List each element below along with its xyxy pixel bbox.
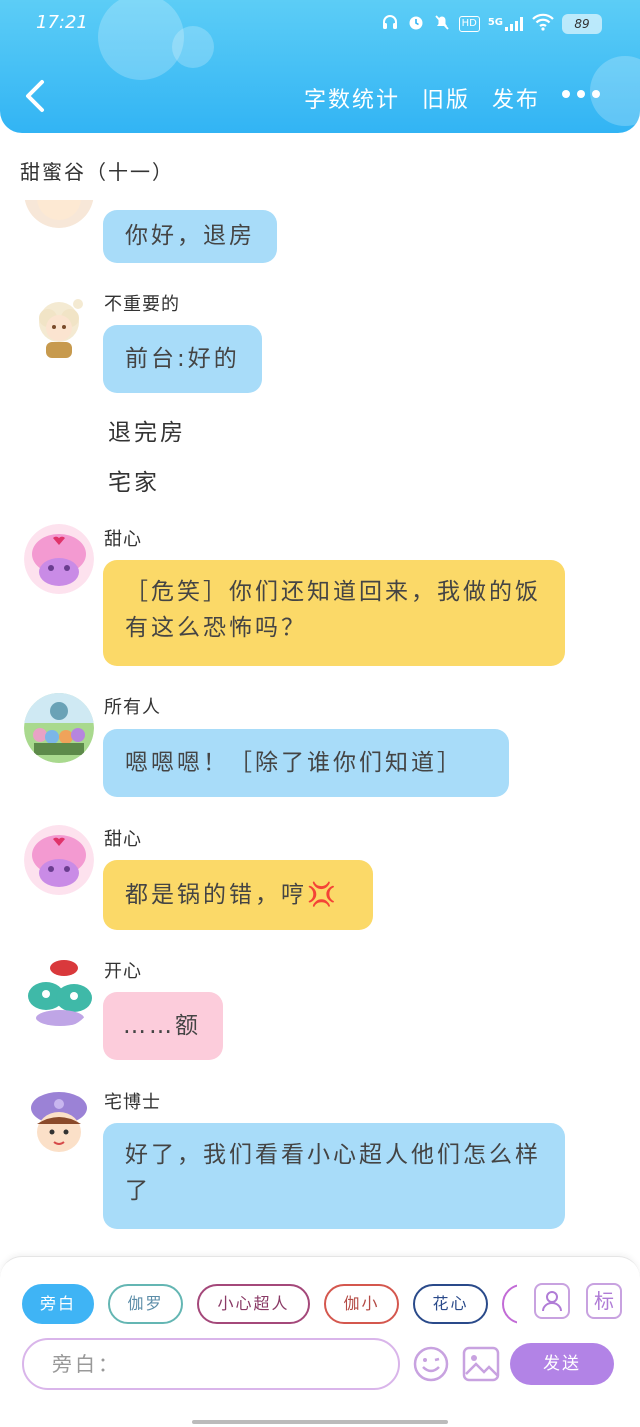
page-title: 甜蜜谷（十一） xyxy=(20,160,174,184)
status-bar: 17:21 HD 5G 89 xyxy=(0,0,640,46)
wifi-icon xyxy=(532,13,554,35)
avatar-bu-zhong-yao-de[interactable] xyxy=(24,292,94,362)
message-bubble[interactable]: 前台:好的 xyxy=(103,325,262,393)
home-indicator xyxy=(192,1420,448,1424)
sender-name: 甜心 xyxy=(104,829,142,850)
status-icons: HD 5G 89 xyxy=(381,13,602,35)
message-list[interactable]: 你好，退房 不重要的 前台:好的 退完房 宅家 甜心 ［危笑］你们还知道回来，我… xyxy=(0,200,640,1250)
message-bubble[interactable]: ［危笑］你们还知道回来，我做的饭有这么恐怖吗？ xyxy=(103,560,565,666)
chip-narration[interactable]: 旁白 xyxy=(22,1284,94,1324)
back-button[interactable] xyxy=(20,76,50,116)
alarm-icon xyxy=(407,13,425,35)
chip-role-partial[interactable] xyxy=(502,1284,517,1324)
narration-text[interactable]: 宅家 xyxy=(108,463,160,497)
chip-role[interactable]: 伽小 xyxy=(324,1284,399,1324)
avatar-zhai-bo-shi[interactable] xyxy=(24,1088,94,1158)
contact-card-icon[interactable] xyxy=(534,1283,570,1319)
avatar-tian-xin[interactable] xyxy=(24,825,94,895)
more-options-button[interactable] xyxy=(562,90,600,98)
sender-name: 不重要的 xyxy=(104,294,180,315)
mute-bell-icon xyxy=(433,13,451,35)
avatar-tian-xin[interactable] xyxy=(24,524,94,594)
image-icon[interactable] xyxy=(462,1346,500,1382)
word-count-button[interactable]: 字数统计 xyxy=(304,82,400,114)
role-chip-bar[interactable]: 旁白 伽罗 小心超人 伽小 花心 xyxy=(22,1284,517,1326)
more-dot xyxy=(577,90,585,98)
sender-name: 甜心 xyxy=(104,529,142,550)
send-button[interactable]: 发送 xyxy=(510,1343,614,1385)
message-bubble[interactable]: 嗯嗯嗯！［除了谁你们知道］ xyxy=(103,729,509,797)
sender-name: 开心 xyxy=(104,961,142,982)
status-time: 17:21 xyxy=(36,12,88,33)
message-bubble[interactable]: 你好，退房 xyxy=(103,210,277,263)
avatar-kai-xin[interactable] xyxy=(24,958,94,1028)
avatar-suo-you-ren[interactable] xyxy=(24,693,94,763)
battery-indicator: 89 xyxy=(562,14,602,34)
sender-name: 宅博士 xyxy=(104,1092,161,1113)
message-bubble[interactable]: 都是锅的错，哼💢 xyxy=(103,860,373,930)
old-version-button[interactable]: 旧版 xyxy=(422,82,470,114)
message-bubble[interactable]: 好了，我们看看小心超人他们怎么样了 xyxy=(103,1123,565,1229)
chip-role[interactable]: 伽罗 xyxy=(108,1284,183,1324)
more-dot xyxy=(562,90,570,98)
publish-button[interactable]: 发布 xyxy=(492,82,540,114)
emoji-icon[interactable] xyxy=(412,1345,450,1383)
chip-role[interactable]: 小心超人 xyxy=(197,1284,310,1324)
avatar-partial[interactable] xyxy=(24,200,94,228)
message-input[interactable]: 旁白： xyxy=(22,1338,400,1390)
hd-icon: HD xyxy=(458,16,480,32)
header-nav: 字数统计 旧版 发布 xyxy=(304,82,540,114)
narration-text[interactable]: 退完房 xyxy=(108,413,186,447)
message-bubble[interactable]: ……额 xyxy=(103,992,223,1060)
app-header: 17:21 HD 5G 89 字数统计 旧版 发布 xyxy=(0,0,640,133)
network-type: 5G xyxy=(487,17,503,28)
chip-role[interactable]: 花心 xyxy=(413,1284,488,1324)
chevron-left-icon xyxy=(26,80,44,112)
signal-icon: 5G xyxy=(488,17,524,31)
sender-name: 所有人 xyxy=(104,697,161,718)
headphones-icon xyxy=(381,13,399,35)
tag-icon[interactable]: 标 xyxy=(586,1283,622,1319)
more-dot xyxy=(592,90,600,98)
